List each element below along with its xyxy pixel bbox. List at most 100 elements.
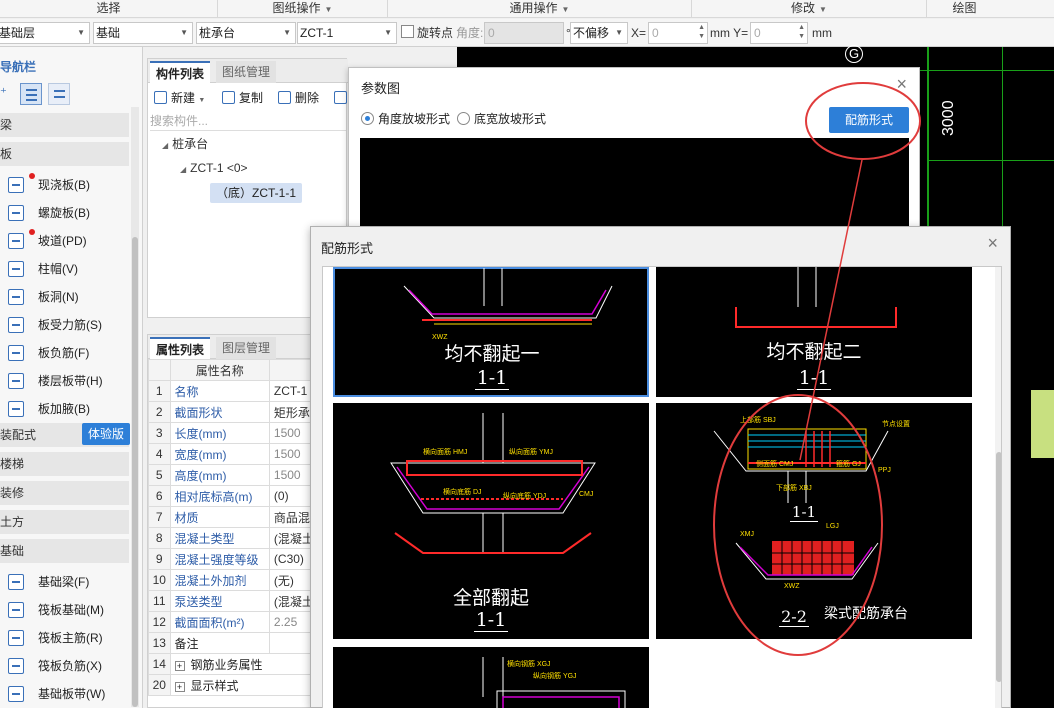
nav-category[interactable]: 楼梯 (0, 452, 129, 476)
nav-item[interactable]: 坡道(PD) (0, 227, 129, 255)
tab-layer-manager[interactable]: 图层管理 (216, 337, 277, 359)
nav-scrollbar-thumb[interactable] (132, 237, 138, 707)
new-button[interactable]: 新建 ▼ (154, 87, 205, 112)
type-select[interactable]: 桩承台 ▼ (196, 22, 296, 44)
component-search-input[interactable]: 搜索构件... (150, 111, 346, 131)
delete-button[interactable]: 删除 (278, 87, 319, 109)
rebar-option-card-5[interactable]: 横向钢筋 XGJ 纵向钢筋 YGJ (333, 647, 649, 708)
property-name-label: 钢筋业务属性 (190, 657, 263, 672)
ribbon-group-modify[interactable]: 修改 ▼ (692, 0, 927, 18)
offset-select[interactable]: 不偏移 ▼ (570, 22, 628, 44)
property-name: 截面形状 (169, 401, 270, 423)
x-value: 0 (652, 26, 659, 40)
nav-item[interactable]: 基础梁(F) (0, 568, 129, 596)
rebar-form-button[interactable]: 配筋形式 (829, 107, 909, 133)
rotate-point-checkbox[interactable] (401, 25, 414, 38)
spinner-icon[interactable]: ▲ ▼ (798, 23, 805, 41)
trial-badge[interactable]: 体验版 (82, 423, 130, 445)
nav-item-label: 筏板主筋(R) (38, 631, 103, 645)
nav-item[interactable]: 板负筋(F) (0, 339, 129, 367)
nav-item-label: 板负筋(F) (38, 346, 90, 360)
gallery-scrollbar-thumb[interactable] (996, 452, 1001, 682)
tab-property-list[interactable]: 属性列表 (150, 337, 211, 359)
component-type-icon (8, 177, 24, 193)
rebar-option-card-1[interactable]: XWZ 均不翻起一 1-1 (333, 267, 649, 397)
rebar-option-card-4[interactable]: 上部筋 SBJ 节点设置 侧面筋 CMJ 箍筋 GJ PPJ 下部筋 XBJ 1… (656, 403, 972, 639)
nav-item[interactable]: 螺旋板(B) (0, 199, 129, 227)
ribbon-group-label: 绘图 (952, 1, 977, 15)
nav-item[interactable]: 柱帽(V) (0, 255, 129, 283)
card-section-label: 1-1 (474, 367, 510, 390)
category-select[interactable]: 基础 ▼ (93, 22, 193, 44)
nav-category[interactable]: 土方 (0, 510, 129, 534)
nav-category[interactable]: 板 (0, 142, 129, 166)
nav-category[interactable]: 梁 (0, 113, 129, 137)
property-name: 混凝土外加剂 (169, 569, 270, 591)
nav-category[interactable]: 基础 (0, 539, 129, 563)
detail-view-icon[interactable] (48, 83, 70, 105)
tree-node-pile-cap[interactable]: ◢ 桩承台 (162, 135, 208, 155)
ribbon-group-general-ops[interactable]: 通用操作 ▼ (388, 0, 692, 18)
new-indicator-icon (29, 173, 35, 179)
copy-button[interactable]: 复制 (222, 87, 263, 109)
nav-item[interactable]: 板加腋(B) (0, 395, 129, 423)
component-type-icon (8, 602, 24, 618)
pin-icon[interactable]: ⁺ (0, 85, 7, 101)
tree-node-zct1[interactable]: ◢ ZCT-1 <0> (180, 159, 248, 179)
spinner-icon[interactable]: ▲ ▼ (698, 23, 705, 41)
card-section-label: 1-1 (789, 503, 819, 522)
ribbon-group-select[interactable]: 选择 (0, 0, 218, 18)
nav-item[interactable]: 筏板基础(M) (0, 596, 129, 624)
rebar-option-card-2[interactable]: 均不翻起二 1-1 (656, 267, 972, 397)
radio-width-slope[interactable]: 底宽放坡形式 (457, 112, 546, 126)
property-index: 1 (148, 380, 171, 402)
x-input[interactable]: 0 ▲ ▼ (648, 22, 708, 44)
nav-item[interactable]: 基础板带(W) (0, 680, 129, 708)
nav-item[interactable]: 现浇板(B) (0, 171, 129, 199)
ribbon-group-label: 选择 (96, 1, 121, 15)
property-index: 7 (148, 506, 171, 528)
axis-label-g: G (845, 45, 863, 63)
param-dialog-title: 参数图 (361, 81, 401, 96)
nav-item-label: 板洞(N) (38, 290, 79, 304)
expand-icon[interactable]: + (174, 660, 185, 671)
parameter-preview (360, 138, 909, 238)
property-name: 长度(mm) (169, 422, 270, 444)
tab-drawing-manager[interactable]: 图纸管理 (216, 61, 277, 83)
tab-component-list[interactable]: 构件列表 (150, 61, 211, 83)
close-icon[interactable]: × (896, 74, 907, 95)
card-section-label: 1-1 (473, 609, 509, 632)
close-icon[interactable]: × (987, 233, 998, 254)
y-input[interactable]: 0 ▲ ▼ (750, 22, 808, 44)
rebar-dialog-title: 配筋形式 (321, 241, 374, 256)
nav-item[interactable]: 筏板主筋(R) (0, 624, 129, 652)
annotation-node: 节点设置 (882, 421, 910, 428)
side-panel-tab[interactable] (1031, 390, 1054, 458)
y-label: mm Y= (710, 26, 749, 40)
component-type-icon (8, 289, 24, 305)
type-select-value: 桩承台 (199, 26, 236, 40)
tree-node-zct1-1[interactable]: （底）ZCT-1-1 (210, 183, 303, 203)
property-header-index (148, 359, 171, 381)
nav-item[interactable]: 筏板负筋(X) (0, 652, 129, 680)
angle-input[interactable]: 0 (484, 22, 564, 44)
grid-line (927, 160, 1054, 161)
nav-item[interactable]: 楼层板带(H) (0, 367, 129, 395)
floor-select[interactable]: 基础层 ▼ (0, 22, 90, 44)
annotation-ppj: PPJ (878, 467, 891, 474)
category-select-value: 基础 (96, 26, 121, 40)
nav-item[interactable]: 板洞(N) (0, 283, 129, 311)
component-select[interactable]: ZCT-1 ▼ (297, 22, 397, 44)
annotation-xwz: XWZ (784, 583, 800, 590)
ribbon-group-draw[interactable]: 绘图 (927, 0, 1002, 18)
expand-icon[interactable]: + (174, 681, 185, 692)
component-type-icon (8, 317, 24, 333)
radio-angle-slope[interactable]: 角度放坡形式 (361, 112, 450, 126)
property-index: 12 (148, 611, 171, 633)
rebar-option-card-3[interactable]: 横向面筋 HMJ 纵向面筋 YMJ 横向底筋 DJ 纵向底筋 YDJ CMJ 全… (333, 403, 649, 639)
component-type-icon (8, 686, 24, 702)
ribbon-group-drawing-ops[interactable]: 图纸操作 ▼ (218, 0, 388, 18)
list-view-icon[interactable] (20, 83, 42, 105)
nav-category[interactable]: 装修 (0, 481, 129, 505)
nav-item[interactable]: 板受力筋(S) (0, 311, 129, 339)
